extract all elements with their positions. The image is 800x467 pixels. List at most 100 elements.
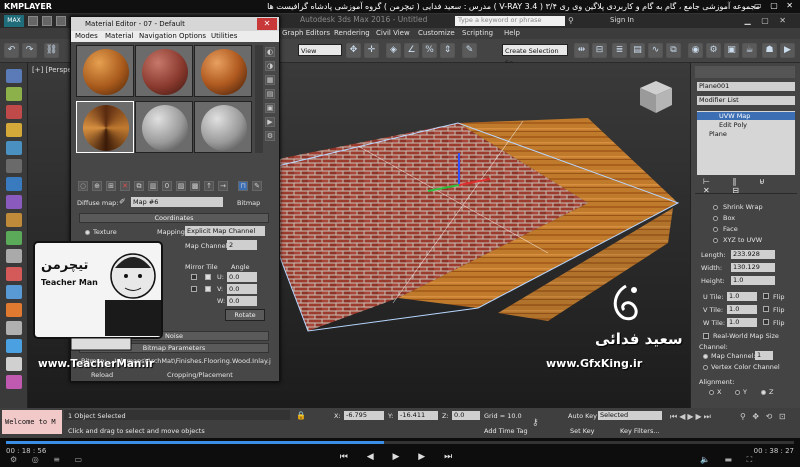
w-tile-field[interactable]: 1.0 bbox=[727, 318, 757, 327]
sign-in-link[interactable]: Sign In bbox=[610, 16, 634, 24]
stack-item-edit-poly[interactable]: Edit Poly bbox=[697, 121, 795, 129]
go-forward-sibling-icon[interactable]: → bbox=[218, 181, 228, 191]
vray-fur-icon[interactable] bbox=[6, 375, 22, 389]
motion-icon[interactable] bbox=[6, 249, 22, 263]
texture-radio[interactable] bbox=[85, 230, 90, 235]
space-warp-icon[interactable] bbox=[6, 177, 22, 191]
vray-proxy-icon[interactable] bbox=[6, 357, 22, 371]
options-icon[interactable]: ⚙ bbox=[265, 131, 275, 141]
length-field[interactable]: 233.928 bbox=[731, 250, 775, 259]
map-channel-field[interactable]: 1 bbox=[755, 351, 773, 360]
reset-map-icon[interactable]: ✕ bbox=[120, 181, 130, 191]
search-icon[interactable]: ⚲ bbox=[568, 16, 578, 26]
align-x-radio[interactable] bbox=[709, 390, 714, 395]
put-to-scene-icon[interactable]: ⊕ bbox=[92, 181, 102, 191]
percent-snap-icon[interactable]: % bbox=[422, 43, 437, 58]
width-field[interactable]: 130.129 bbox=[731, 263, 775, 272]
height-field[interactable]: 1.0 bbox=[731, 276, 775, 285]
sample-slot-2[interactable] bbox=[135, 45, 193, 97]
make-unique-icon[interactable]: ⧉ bbox=[134, 181, 144, 191]
map-channel-field[interactable]: 2 bbox=[227, 240, 257, 250]
get-material-icon[interactable]: ◌ bbox=[78, 181, 88, 191]
viewport-navigation-controls[interactable]: ⚲ ✥ ⟲ ⊡ bbox=[740, 412, 796, 436]
show-map-icon[interactable]: ▨ bbox=[176, 181, 186, 191]
w-flip-checkbox[interactable] bbox=[763, 319, 769, 325]
show-map-viewport-icon[interactable]: ⊓ bbox=[238, 181, 248, 191]
shrink-wrap-radio[interactable] bbox=[713, 205, 718, 210]
add-time-tag-button[interactable]: Add Time Tag bbox=[484, 427, 528, 435]
player-left-tools[interactable]: ⚙ ◎ ≡ ▭ bbox=[10, 455, 90, 465]
u-flip-checkbox[interactable] bbox=[763, 293, 769, 299]
coordinates-rollout[interactable]: Coordinates bbox=[79, 213, 269, 223]
render-iterative-icon[interactable]: ☗ bbox=[762, 43, 777, 58]
stack-item-uvw-map[interactable]: UVW Map bbox=[697, 112, 795, 120]
command-panel-tabs[interactable] bbox=[695, 66, 795, 78]
vray-light-icon[interactable] bbox=[6, 321, 22, 335]
eyedropper-icon[interactable]: ✐ bbox=[119, 197, 129, 207]
create-box-icon[interactable] bbox=[6, 87, 22, 101]
spinner-snap-icon[interactable]: ⇕ bbox=[440, 43, 455, 58]
me-menu-navigation[interactable]: Navigation bbox=[139, 32, 177, 40]
uv-tiling-icon[interactable]: ▤ bbox=[265, 89, 275, 99]
render-icon[interactable] bbox=[6, 303, 22, 317]
menu-scripting[interactable]: Scripting bbox=[462, 29, 493, 37]
v-tile-field[interactable]: 1.0 bbox=[727, 305, 757, 314]
menu-help[interactable]: Help bbox=[504, 29, 520, 37]
map-name-dropdown[interactable]: Map #6 bbox=[131, 197, 223, 207]
angle-v-field[interactable]: 0.0 bbox=[227, 284, 257, 294]
material-id-icon[interactable]: 0 bbox=[162, 181, 172, 191]
make-preview-icon[interactable]: ▶ bbox=[265, 117, 275, 127]
u-tile-field[interactable]: 1.0 bbox=[727, 292, 757, 301]
assign-to-selection-icon[interactable]: ⊞ bbox=[106, 181, 116, 191]
graphite-ribbon-icon[interactable]: ▤ bbox=[630, 43, 645, 58]
hierarchy-icon[interactable] bbox=[6, 231, 22, 245]
modifier-icon[interactable] bbox=[6, 213, 22, 227]
z-coord-field[interactable]: 0.0 bbox=[452, 411, 480, 420]
undo-icon[interactable]: ↶ bbox=[4, 43, 19, 58]
map-channel-radio[interactable] bbox=[703, 354, 708, 359]
render-activeshade-icon[interactable]: ▶ bbox=[780, 43, 795, 58]
key-filters-button[interactable]: Key Filters... bbox=[620, 427, 660, 435]
v-tile-checkbox[interactable] bbox=[205, 286, 211, 292]
playback-controls[interactable]: ⏮◀▶▶⏭ bbox=[670, 412, 730, 422]
face-radio[interactable] bbox=[713, 227, 718, 232]
save-file-icon[interactable] bbox=[56, 16, 66, 26]
utilities-icon[interactable] bbox=[6, 285, 22, 299]
redo-icon[interactable]: ↷ bbox=[22, 43, 37, 58]
display-icon[interactable] bbox=[6, 267, 22, 281]
menu-civil-view[interactable]: Civil View bbox=[376, 29, 410, 37]
y-coord-field[interactable]: -16.411 bbox=[398, 411, 438, 420]
menu-rendering[interactable]: Rendering bbox=[334, 29, 370, 37]
sample-slot-3[interactable] bbox=[194, 45, 252, 97]
create-sphere-icon[interactable] bbox=[6, 105, 22, 119]
align-icon[interactable]: ⊟ bbox=[592, 43, 607, 58]
close-icon[interactable]: ✕ bbox=[257, 18, 277, 30]
player-volume-controls[interactable]: 🔈 ▬ ⛶ bbox=[700, 455, 790, 465]
me-menu-material[interactable]: Material bbox=[105, 32, 133, 40]
new-file-icon[interactable] bbox=[28, 16, 38, 26]
pivot-icon[interactable]: ✥ bbox=[346, 43, 361, 58]
me-menu-modes[interactable]: Modes bbox=[75, 32, 98, 40]
player-transport-buttons[interactable]: ⏮ ◀ ▶ ▶ ⏭ bbox=[300, 452, 500, 464]
angle-w-field[interactable]: 0.0 bbox=[227, 296, 257, 306]
menu-graph-editors[interactable]: Graph Editors bbox=[282, 29, 330, 37]
slot-scrollbar[interactable] bbox=[255, 45, 263, 153]
auto-key-button[interactable]: Auto Key bbox=[568, 412, 597, 420]
render-production-icon[interactable]: ☕ bbox=[742, 43, 757, 58]
sample-slot-5[interactable] bbox=[135, 101, 193, 153]
modifier-list-dropdown[interactable]: Modifier List bbox=[697, 96, 795, 105]
put-to-library-icon[interactable]: ▥ bbox=[148, 181, 158, 191]
named-selection-set-dropdown[interactable]: Create Selection Se bbox=[502, 44, 568, 67]
player-logo[interactable]: KMPLAYER bbox=[4, 2, 52, 11]
open-file-icon[interactable] bbox=[42, 16, 52, 26]
me-menu-utilities[interactable]: Utilities bbox=[211, 32, 237, 40]
backlight-icon[interactable]: ◑ bbox=[265, 61, 275, 71]
angle-snap-icon[interactable]: ∠ bbox=[404, 43, 419, 58]
sample-slot-1[interactable] bbox=[76, 45, 134, 97]
systems-icon[interactable] bbox=[6, 195, 22, 209]
create-light-icon[interactable] bbox=[6, 123, 22, 137]
me-menu-options[interactable]: Options bbox=[179, 32, 206, 40]
rotate-button[interactable]: Rotate bbox=[225, 309, 265, 321]
schematic-view-icon[interactable]: ⧉ bbox=[666, 43, 681, 58]
maxscript-listener[interactable]: Welcome to M bbox=[2, 410, 62, 434]
